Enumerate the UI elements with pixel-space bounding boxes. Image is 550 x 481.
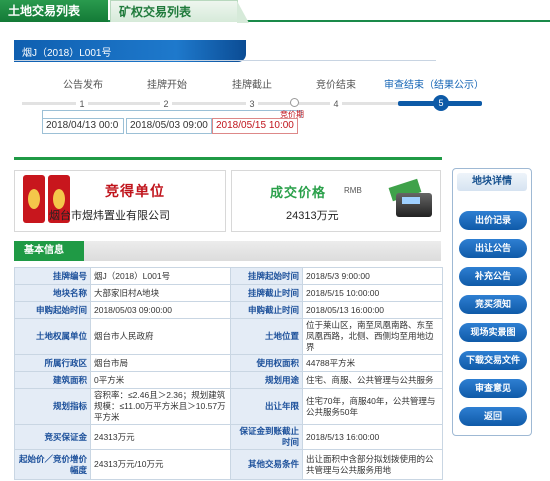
field-value: 24313万元	[90, 424, 231, 450]
field-label: 土地位置	[230, 318, 303, 355]
field-value: 0平方米	[90, 371, 231, 389]
field-label: 规划用途	[230, 371, 303, 389]
table-row: 地块名称 大部家旧村A地块 挂牌截止时间 2018/5/15 10:00:00	[14, 284, 443, 302]
bidding-period-marker	[290, 98, 299, 107]
table-row: 竞买保证金 24313万元 保证金到账截止时间 2018/5/13 16:00:…	[14, 424, 443, 450]
field-label: 规划指标	[14, 388, 91, 425]
bid-records-button[interactable]: 出价记录	[459, 211, 527, 230]
winner-card: 竞得单位 烟台市煜炜置业有限公司	[14, 170, 226, 232]
bidding-instructions-button[interactable]: 竞买须知	[459, 295, 527, 314]
winner-title: 竞得单位	[105, 183, 165, 199]
step-label-5: 审查结束（结果公示）	[384, 80, 484, 91]
field-label: 土地权属单位	[14, 318, 91, 355]
field-value: 2018/5/13 16:00:00	[302, 424, 443, 450]
field-value: 容积率：≤2.46且＞2.36；规划建筑规模：≤11.00万平方米且＞10.57…	[90, 388, 231, 425]
field-value: 位于莱山区，南至凤凰南路、东至凤凰西路，北侧、西侧均至用地边界	[302, 318, 443, 355]
field-label: 所属行政区	[14, 354, 91, 372]
step-label-3: 挂牌截止	[232, 80, 272, 91]
field-value: 2018/5/15 10:00:00	[302, 284, 443, 302]
field-value: 大部家旧村A地块	[90, 284, 231, 302]
field-label: 地块名称	[14, 284, 91, 302]
currency-unit: RMB	[344, 186, 362, 195]
step-label-1: 公告发布	[63, 80, 103, 91]
field-label: 竞买保证金	[14, 424, 91, 450]
tab-land-trade-list[interactable]: 土地交易列表	[0, 0, 108, 22]
field-label: 建筑面积	[14, 371, 91, 389]
field-value: 2018/05/13 16:00:00	[302, 301, 443, 319]
field-label: 保证金到账截止时间	[230, 424, 303, 450]
field-value: 出让面积中含部分拟划拨使用的公共管理与公共服务用地	[302, 449, 443, 480]
step-label-2: 挂牌开始	[147, 80, 187, 91]
table-row: 土地权属单位 烟台市人民政府 土地位置 位于莱山区，南至凤凰南路、东至凤凰西路，…	[14, 318, 443, 355]
field-label: 其他交易条件	[230, 449, 303, 480]
field-value: 24313万元/10万元	[90, 449, 231, 480]
transfer-notice-button[interactable]: 出让公告	[459, 239, 527, 258]
tab-bar: 土地交易列表 矿权交易列表	[0, 0, 550, 23]
listing-start-date: 2018/05/03 09:00	[126, 118, 212, 134]
cash-register-icon	[382, 178, 434, 219]
download-documents-button[interactable]: 下载交易文件	[459, 351, 527, 370]
field-value: 烟台市人民政府	[90, 318, 231, 355]
step-number-4: 4	[330, 98, 342, 110]
field-label: 使用权面积	[230, 354, 303, 372]
divider	[14, 60, 436, 61]
basic-info-table: 挂牌编号 烟J（2018）L001号 挂牌起始时间 2018/5/3 9:00:…	[14, 267, 443, 480]
supplementary-notice-button[interactable]: 补充公告	[459, 267, 527, 286]
field-value: 烟J（2018）L001号	[90, 267, 231, 285]
table-row: 所属行政区 烟台市局 使用权面积 44788平方米	[14, 354, 443, 372]
field-value: 2018/5/3 9:00:00	[302, 267, 443, 285]
parcel-detail-panel: 地块详情 出价记录 出让公告 补充公告 竞买须知 现场实景图 下载交易文件 审查…	[452, 168, 532, 436]
deal-price-value: 24313万元	[286, 210, 339, 222]
step-number-3: 3	[246, 98, 258, 110]
field-value: 烟台市局	[90, 354, 231, 372]
review-opinion-button[interactable]: 审查意见	[459, 379, 527, 398]
field-label: 挂牌截止时间	[230, 284, 303, 302]
tab-mining-trade-list[interactable]: 矿权交易列表	[110, 0, 249, 23]
site-photos-button[interactable]: 现场实景图	[459, 323, 527, 342]
field-label: 挂牌起始时间	[230, 267, 303, 285]
deal-price-title: 成交价格	[270, 185, 327, 200]
deal-price-card: 成交价格 RMB 24313万元	[231, 170, 441, 232]
listing-end-date: 2018/05/15 10:00	[212, 118, 298, 134]
field-label: 起始价／竞价增价幅度	[14, 449, 91, 480]
step-number-2: 2	[160, 98, 172, 110]
field-label: 出让年限	[230, 388, 303, 425]
section-divider	[14, 157, 442, 160]
field-value: 住宅、商服、公共管理与公共服务	[302, 371, 443, 389]
step-number-1: 1	[76, 98, 88, 110]
step-number-5: 5	[433, 95, 449, 111]
table-row: 申购起始时间 2018/05/03 09:00:00 申购截止时间 2018/0…	[14, 301, 443, 319]
back-button[interactable]: 返回	[459, 407, 527, 426]
field-label: 申购起始时间	[14, 301, 91, 319]
announce-date: 2018/04/13 00:0	[42, 118, 124, 134]
winner-logo-icon	[23, 175, 45, 223]
table-row: 起始价／竞价增价幅度 24313万元/10万元 其他交易条件 出让面积中含部分拟…	[14, 449, 443, 480]
field-value: 44788平方米	[302, 354, 443, 372]
field-value: 2018/05/03 09:00:00	[90, 301, 231, 319]
step-label-4: 竞价结束	[316, 80, 356, 91]
field-value: 住宅70年，商服40年，公共管理与公共服务50年	[302, 388, 443, 425]
field-label: 申购截止时间	[230, 301, 303, 319]
basic-info-label: 基本信息	[14, 241, 84, 261]
parcel-title: 烟J（2018）L001号	[22, 48, 112, 59]
basic-info-header: 基本信息	[14, 241, 441, 261]
table-row: 规划指标 容积率：≤2.46且＞2.36；规划建筑规模：≤11.00万平方米且＞…	[14, 388, 443, 425]
parcel-title-bar: 烟J（2018）L001号	[14, 40, 246, 62]
winner-name: 烟台市煜炜置业有限公司	[49, 210, 170, 222]
table-row: 挂牌编号 烟J（2018）L001号 挂牌起始时间 2018/5/3 9:00:…	[14, 267, 443, 285]
timeline-bracket	[42, 110, 302, 118]
field-label: 挂牌编号	[14, 267, 91, 285]
panel-title: 地块详情	[457, 173, 527, 191]
table-row: 建筑面积 0平方米 规划用途 住宅、商服、公共管理与公共服务	[14, 371, 443, 389]
